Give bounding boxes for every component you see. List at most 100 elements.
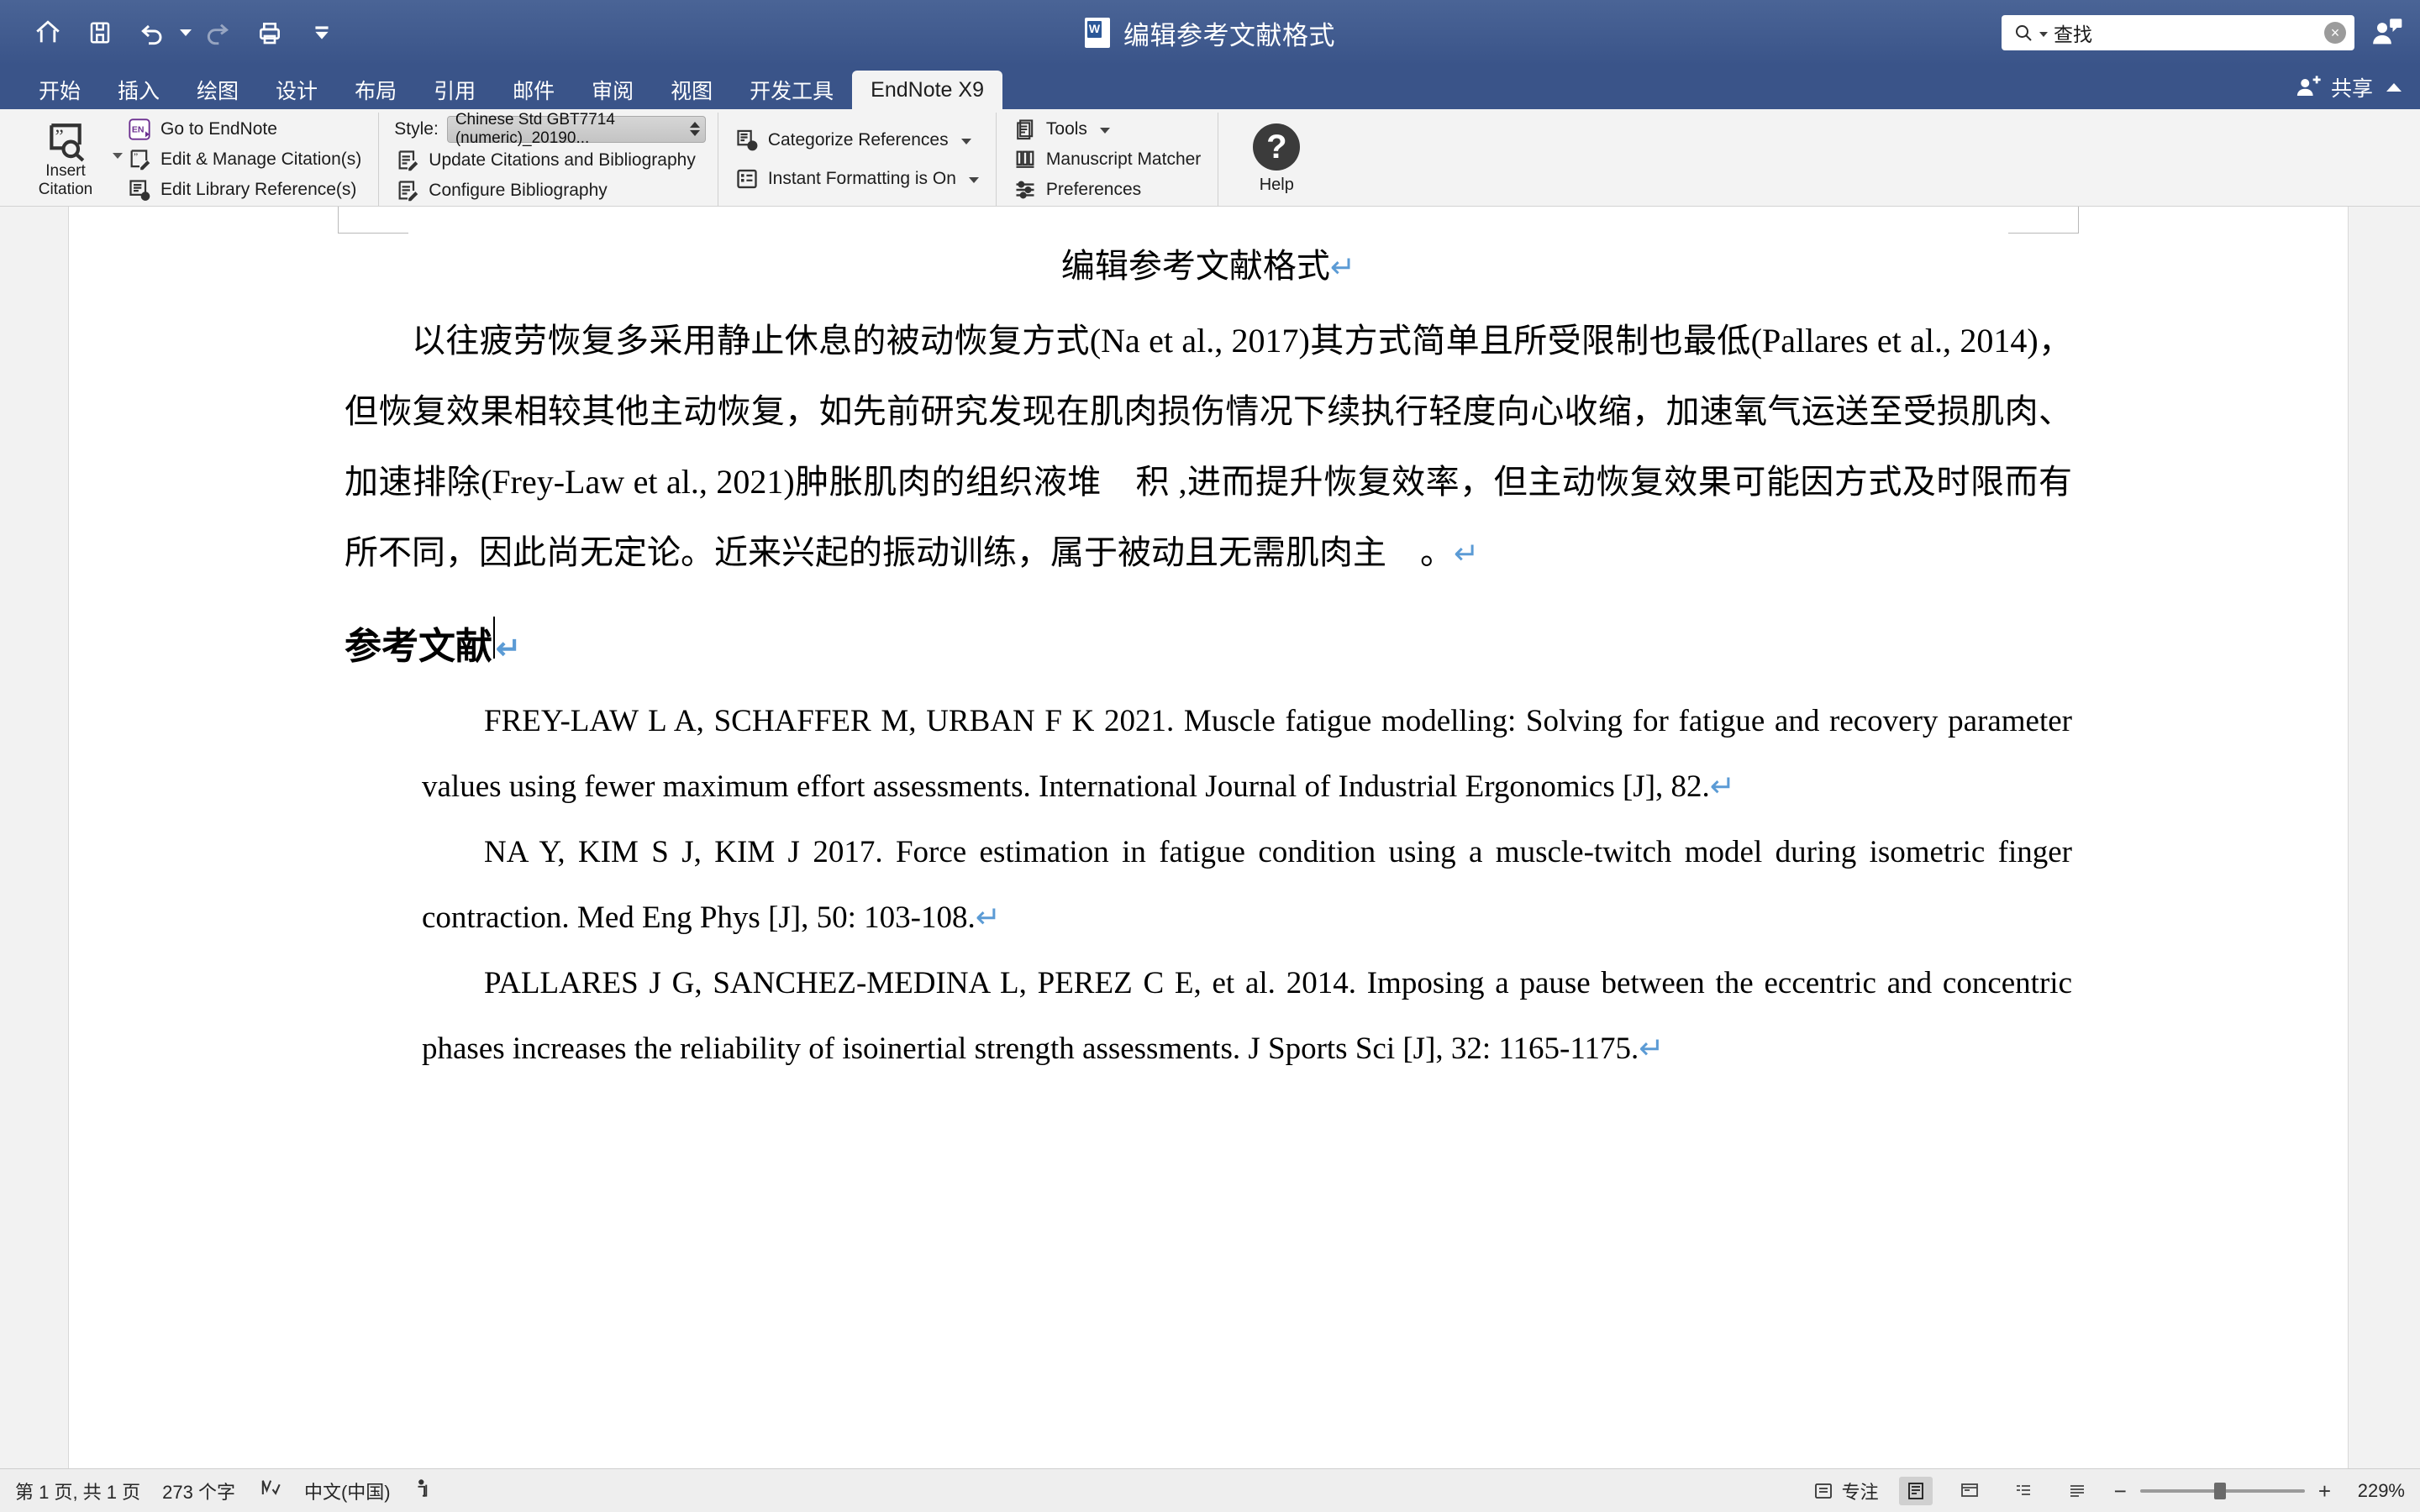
search-icon <box>2013 23 2033 43</box>
tools-label: Tools <box>1045 118 1087 139</box>
tab-mailings[interactable]: 邮件 <box>494 71 573 109</box>
insert-citation-dropdown-caret[interactable] <box>113 152 123 159</box>
focus-label: 专注 <box>1841 1481 1879 1503</box>
go-to-endnote-label: Go to EndNote <box>160 118 277 139</box>
zoom-level-label[interactable]: 229% <box>2344 1480 2405 1502</box>
zoom-slider-handle[interactable] <box>2213 1482 2226 1499</box>
help-label: Help <box>1259 176 1294 194</box>
language-status[interactable]: 中文(中国) <box>304 1478 391 1504</box>
text-cursor <box>493 617 495 659</box>
ribbon-group-categorize: Categorize References Instant Formatting… <box>717 113 996 206</box>
reference-text: FREY-LAW L A, SCHAFFER M, URBAN F K 2021… <box>422 704 2072 804</box>
tools-button[interactable]: Tools <box>1008 116 1206 143</box>
paragraph-mark-icon: ↵ <box>1454 536 1480 570</box>
word-count-status[interactable]: 273 个字 <box>162 1478 235 1504</box>
instant-formatting-icon <box>735 167 759 191</box>
update-citations-button[interactable]: Update Citations and Bibliography <box>391 147 706 174</box>
document-title-text: 编辑参考文献格式 <box>1060 247 1330 285</box>
search-placeholder: 查找 <box>2054 24 2092 45</box>
tab-review[interactable]: 审阅 <box>573 71 652 109</box>
reference-entry: NA Y, KIM S J, KIM J 2017. Force estimat… <box>345 820 2072 951</box>
document-page[interactable]: 编辑参考文献格式↵ 以往疲劳恢复多采用静止休息的被动恢复方式(Na et al.… <box>69 207 2348 1468</box>
page-count-status[interactable]: 第 1 页, 共 1 页 <box>15 1478 140 1504</box>
insert-citation-label-line1: Insert <box>45 161 86 180</box>
zoom-in-button[interactable]: + <box>2318 1480 2331 1502</box>
spell-check-icon[interactable] <box>257 1477 282 1505</box>
style-select[interactable]: Chinese Std GBT7714 (numeric)_20190... <box>446 111 706 147</box>
references-heading-text: 参考文献 <box>345 626 492 667</box>
tab-view[interactable]: 视图 <box>652 71 731 109</box>
help-icon: ? <box>1253 123 1301 171</box>
svg-text:”: ” <box>134 151 138 162</box>
tab-endnote-x9[interactable]: EndNote X9 <box>852 71 1002 109</box>
reference-text: NA Y, KIM S J, KIM J 2017. Force estimat… <box>422 835 2072 935</box>
window-title: 编辑参考文献格式 <box>1123 20 1335 50</box>
accessibility-icon[interactable] <box>413 1477 434 1505</box>
redo-icon[interactable] <box>192 8 244 58</box>
insert-citation-button[interactable]: ” Insert Citation <box>20 116 111 203</box>
style-stepper[interactable] <box>689 122 700 136</box>
categorize-references-button[interactable]: Categorize References <box>730 127 984 154</box>
tools-icon <box>1013 118 1037 141</box>
document-body[interactable]: 编辑参考文献格式↵ 以往疲劳恢复多采用静止休息的被动恢复方式(Na et al.… <box>69 207 2348 1082</box>
print-icon[interactable] <box>244 8 296 58</box>
manuscript-matcher-button[interactable]: Manuscript Matcher <box>1008 146 1206 173</box>
word-application-window: 编辑参考文献格式 查找 × <box>0 0 2420 1512</box>
margin-mark-top-left <box>338 207 408 234</box>
help-button[interactable]: ? Help <box>1230 116 1323 203</box>
go-to-endnote-button[interactable]: EN Go to EndNote <box>123 116 366 143</box>
books-icon <box>1013 148 1037 171</box>
home-icon[interactable] <box>22 8 74 58</box>
ribbon-group-help: ? Help <box>1218 113 1334 206</box>
search-scope-chevron-down-icon[interactable] <box>2039 32 2048 37</box>
view-outline-button[interactable] <box>2007 1477 2040 1505</box>
insert-citation-icon: ” <box>50 123 85 161</box>
focus-mode-button[interactable]: 专注 <box>1812 1478 1879 1504</box>
zoom-slider[interactable] <box>2139 1482 2305 1499</box>
paragraph-mark-icon: ↵ <box>1329 249 1356 284</box>
body-paragraph: 以往疲劳恢复多采用静止休息的被动恢复方式(Na et al., 2017)其方式… <box>345 306 2072 588</box>
tab-references[interactable]: 引用 <box>415 71 494 109</box>
document-heading-title: 编辑参考文献格式↵ <box>345 245 2072 287</box>
ribbon-group-bibliography: Style: Chinese Std GBT7714 (numeric)_201… <box>378 111 718 206</box>
customize-quick-access-icon[interactable] <box>296 8 348 58</box>
tab-developer[interactable]: 开发工具 <box>731 71 852 109</box>
share-button[interactable]: 共享 <box>2294 72 2373 102</box>
document-scroll-area[interactable]: 编辑参考文献格式↵ 以往疲劳恢复多采用静止休息的被动恢复方式(Na et al.… <box>0 207 2420 1468</box>
paragraph-mark-icon: ↵ <box>1709 769 1735 803</box>
edit-manage-citations-label: Edit & Manage Citation(s) <box>160 149 362 169</box>
instant-formatting-caret[interactable] <box>968 177 979 183</box>
zoom-out-button[interactable]: − <box>2114 1480 2127 1502</box>
collaborator-presence-icon[interactable] <box>2370 16 2403 50</box>
view-print-layout-button[interactable] <box>1898 1476 1933 1505</box>
tab-layout[interactable]: 布局 <box>336 71 415 109</box>
configure-bibliography-button[interactable]: Configure Bibliography <box>391 177 706 204</box>
tab-insert[interactable]: 插入 <box>99 71 178 109</box>
edit-library-references-button[interactable]: Edit Library Reference(s) <box>123 176 366 203</box>
word-document-icon <box>1085 18 1110 48</box>
tab-draw[interactable]: 绘图 <box>178 71 257 109</box>
categorize-references-label: Categorize References <box>767 129 949 150</box>
tab-start[interactable]: 开始 <box>20 71 99 109</box>
paragraph-mark-icon: ↵ <box>496 631 522 665</box>
view-web-layout-button[interactable] <box>1953 1477 1986 1505</box>
undo-dropdown-caret[interactable] <box>180 29 192 36</box>
search-input[interactable]: 查找 × <box>2002 15 2354 50</box>
save-icon[interactable] <box>74 8 126 58</box>
svg-text:”: ” <box>55 126 64 147</box>
reference-text: PALLARES J G, SANCHEZ-MEDINA L, PEREZ C … <box>422 966 2072 1066</box>
edit-manage-citations-button[interactable]: ” Edit & Manage Citation(s) <box>123 146 366 173</box>
tab-design[interactable]: 设计 <box>257 71 336 109</box>
categorize-references-caret[interactable] <box>960 139 971 144</box>
zoom-control[interactable]: − + 229% <box>2114 1480 2405 1502</box>
tools-caret[interactable] <box>1099 128 1110 134</box>
ribbon-tab-bar-right: 共享 <box>2294 72 2402 102</box>
undo-icon[interactable] <box>126 8 178 58</box>
collapse-ribbon-chevron-up-icon[interactable] <box>2386 83 2402 92</box>
view-draft-button[interactable] <box>2060 1477 2094 1505</box>
style-label: Style: <box>394 118 439 139</box>
preferences-button[interactable]: Preferences <box>1008 176 1206 203</box>
update-citations-icon <box>396 149 419 172</box>
close-icon[interactable]: × <box>2324 22 2346 44</box>
instant-formatting-button[interactable]: Instant Formatting is On <box>730 165 984 192</box>
